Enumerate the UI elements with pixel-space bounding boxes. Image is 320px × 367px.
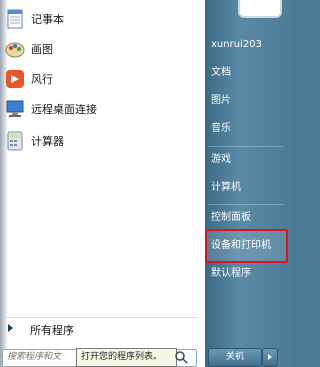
program-label: 画图 [31, 43, 53, 56]
shutdown-options-icon[interactable] [262, 348, 278, 367]
place-control-panel[interactable]: 控制面板 [208, 207, 289, 229]
calculator-icon [7, 131, 23, 151]
program-paint[interactable]: 画图 [0, 34, 198, 64]
search-icon[interactable] [174, 350, 188, 364]
place-games[interactable]: 游戏 [208, 149, 289, 171]
place-devices-printers[interactable]: 设备和打印机 [208, 235, 289, 257]
shutdown-button[interactable]: 关机 [208, 348, 262, 367]
all-programs-button[interactable]: 所有程序 [4, 317, 198, 340]
program-label: 远程桌面连接 [31, 103, 97, 116]
place-default-programs[interactable]: 默认程序 [208, 263, 289, 285]
notepad-icon [7, 9, 23, 29]
program-calculator[interactable]: 计算器 [0, 126, 198, 156]
user-name[interactable]: xunrui203 [208, 34, 289, 56]
funshion-icon [6, 70, 24, 88]
all-programs-label: 所有程序 [30, 324, 74, 337]
divider [208, 204, 284, 205]
search-tooltip: 打开您的程序列表。 [76, 348, 177, 367]
program-remote-desktop[interactable]: 远程桌面连接 [0, 94, 198, 124]
search-input[interactable] [7, 350, 77, 364]
program-notepad[interactable]: 记事本 [0, 4, 198, 34]
right-arrow-icon [8, 324, 13, 332]
place-pictures[interactable]: 图片 [208, 90, 289, 112]
program-label: 记事本 [31, 13, 64, 26]
place-documents[interactable]: 文档 [208, 62, 289, 84]
program-label: 计算器 [31, 135, 64, 148]
program-funshion[interactable]: 风行 [0, 64, 198, 94]
remote-desktop-icon [6, 100, 24, 117]
paint-icon [5, 42, 25, 58]
divider [208, 146, 284, 147]
place-computer[interactable]: 计算机 [208, 177, 289, 199]
avatar[interactable] [238, 0, 282, 18]
program-label: 风行 [31, 73, 53, 86]
place-music[interactable]: 音乐 [208, 118, 289, 140]
